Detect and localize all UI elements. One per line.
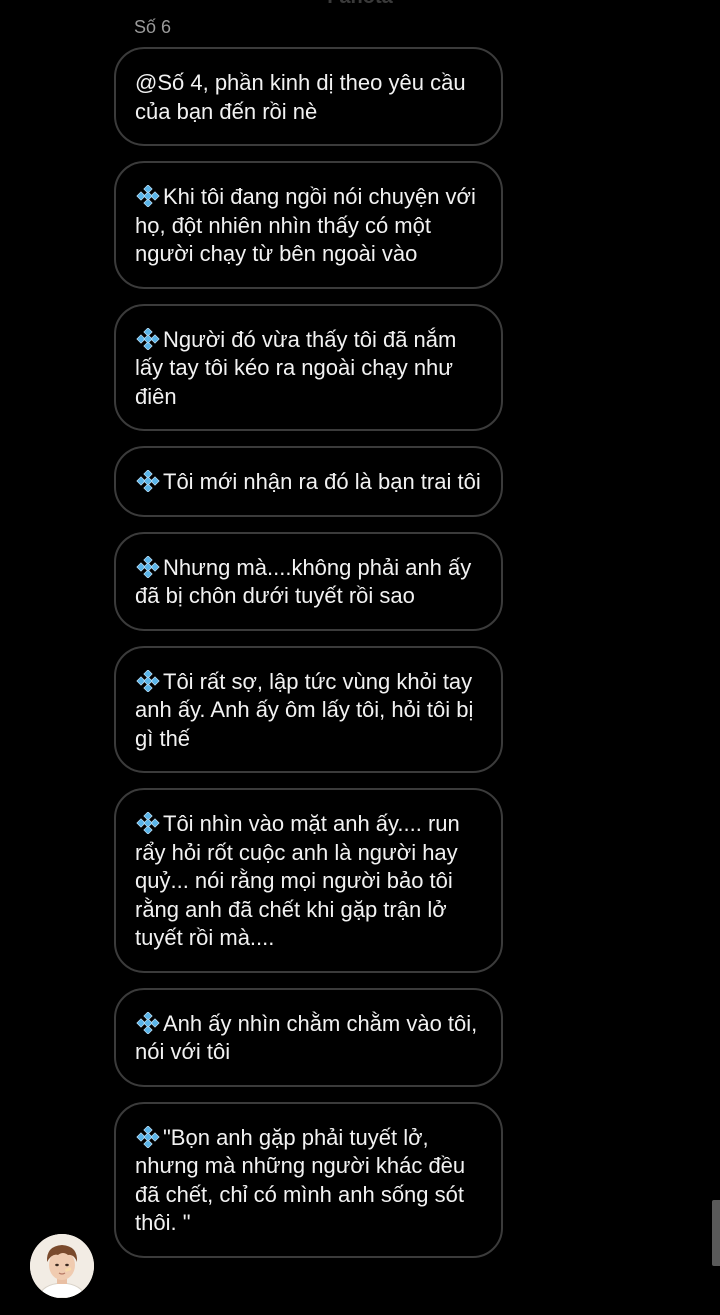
blue-diamond-cluster-icon — [136, 1011, 160, 1034]
message-bubble[interactable]: Tôi rất sợ, lập tức vùng khỏi tay anh ấy… — [114, 645, 503, 773]
message-bubble[interactable]: "Bọn anh gặp phải tuyết lở, nhưng mà nhữ… — [114, 1101, 503, 1258]
message-text: Tôi mới nhận ra đó là bạn trai tôi — [163, 469, 481, 494]
sender-avatar[interactable] — [30, 1234, 94, 1298]
message-text: "Bọn anh gặp phải tuyết lở, nhưng mà nhữ… — [135, 1124, 466, 1236]
message-text: Anh ấy nhìn chằm chằm vào tôi, nói với t… — [135, 1010, 478, 1065]
conversation-title-partial: Fanota — [0, 0, 720, 9]
message-bubble[interactable]: Tôi mới nhận ra đó là bạn trai tôi — [114, 446, 503, 517]
message-bubble[interactable]: Anh ấy nhìn chằm chằm vào tôi, nói với t… — [114, 987, 503, 1087]
avatar-image — [30, 1234, 94, 1298]
blue-diamond-cluster-icon — [136, 185, 160, 207]
blue-diamond-cluster-icon — [136, 1125, 160, 1148]
blue-diamond-cluster-icon — [136, 470, 160, 492]
blue-diamond-cluster-icon — [136, 812, 160, 834]
message-text: Khi tôi đang ngồi nói chuyện với họ, đột… — [135, 184, 476, 266]
blue-diamond-cluster-icon — [136, 555, 160, 578]
message-text: @Số 4, phần kinh dị theo yêu cầu của bạn… — [135, 70, 466, 124]
blue-diamond-cluster-icon — [136, 669, 160, 692]
message-text: Người đó vừa thấy tôi đã nắm lấy tay tôi… — [135, 326, 457, 409]
message-bubble[interactable]: Khi tôi đang ngồi nói chuyện với họ, đột… — [114, 161, 503, 289]
sender-name: Số 6 — [134, 17, 172, 37]
message-bubble[interactable]: Người đó vừa thấy tôi đã nắm lấy tay tôi… — [114, 303, 503, 431]
message-bubble[interactable]: Tôi nhìn vào mặt anh ấy.... run rẩy hỏi … — [114, 788, 503, 973]
scrollbar-thumb[interactable] — [712, 1200, 720, 1266]
message-text: Tôi rất sợ, lập tức vùng khỏi tay anh ấy… — [135, 668, 474, 751]
message-bubble[interactable]: @Số 4, phần kinh dị theo yêu cầu của bạn… — [114, 47, 503, 146]
message-bubble[interactable]: Nhưng mà....không phải anh ấy đã bị chôn… — [114, 531, 503, 631]
message-text: Tôi nhìn vào mặt anh ấy.... run rẩy hỏi … — [135, 811, 460, 950]
blue-diamond-cluster-icon — [136, 327, 160, 350]
message-thread: @Số 4, phần kinh dị theo yêu cầu của bạn… — [114, 47, 503, 1273]
message-text: Nhưng mà....không phải anh ấy đã bị chôn… — [135, 554, 472, 609]
